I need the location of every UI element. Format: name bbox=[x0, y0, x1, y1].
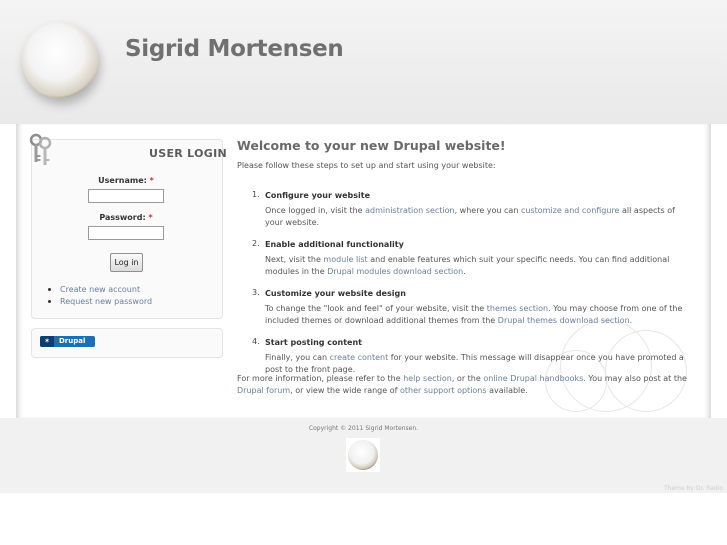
username-input[interactable] bbox=[88, 189, 164, 203]
step-item: 1. Configure your website Once logged in… bbox=[252, 190, 692, 228]
footer-logo bbox=[348, 440, 378, 470]
request-password-link[interactable]: Request new password bbox=[48, 296, 152, 308]
step-description: To change the "look and feel" of your we… bbox=[265, 304, 683, 325]
step-title: Enable additional functionality bbox=[265, 240, 404, 249]
theme-credit[interactable]: Theme by Dr. Radio bbox=[664, 485, 723, 492]
drupal-drop-icon: ✶ bbox=[40, 336, 54, 347]
site-logo[interactable] bbox=[22, 22, 98, 98]
help-section-link[interactable]: help section bbox=[403, 374, 452, 383]
required-mark: * bbox=[148, 213, 153, 222]
step-description: Finally, you can create content for your… bbox=[265, 353, 684, 374]
create-account-link[interactable]: Create new account bbox=[48, 284, 152, 296]
password-label: Password: * bbox=[99, 213, 153, 222]
page-title: Welcome to your new Drupal website! bbox=[237, 138, 506, 153]
themes-section-link[interactable]: themes section bbox=[487, 304, 548, 313]
support-options-link[interactable]: other support options bbox=[400, 386, 487, 395]
intro-text: Please follow these steps to set up and … bbox=[237, 161, 496, 170]
site-name[interactable]: Sigrid Mortensen bbox=[125, 36, 344, 62]
step-number: 2. bbox=[252, 239, 260, 248]
step-item: 3. Customize your website design To chan… bbox=[252, 288, 692, 326]
more-info-text: For more information, please refer to th… bbox=[237, 374, 687, 395]
create-content-link[interactable]: create content bbox=[330, 353, 389, 362]
customize-configure-link[interactable]: customize and configure bbox=[521, 206, 620, 215]
log-in-button[interactable]: Log in bbox=[110, 253, 143, 272]
username-label: Username: * bbox=[98, 176, 154, 185]
copyright-text: Copyright © 2011 Sigrid Mortensen. bbox=[308, 425, 419, 432]
step-number: 1. bbox=[252, 190, 260, 199]
module-list-link[interactable]: module list bbox=[323, 255, 367, 264]
keys-icon bbox=[29, 133, 52, 165]
header bbox=[0, 0, 727, 124]
step-title: Start posting content bbox=[265, 338, 362, 347]
step-item: 2. Enable additional functionality Next,… bbox=[252, 239, 692, 277]
online-handbooks-link[interactable]: online Drupal handbooks bbox=[483, 374, 583, 383]
user-login-title: USER LOGIN bbox=[149, 147, 227, 160]
modules-download-link[interactable]: Drupal modules download section bbox=[327, 267, 463, 276]
step-title: Customize your website design bbox=[265, 289, 406, 298]
drupal-forum-link[interactable]: Drupal forum bbox=[237, 386, 290, 395]
step-description: Once logged in, visit the administration… bbox=[265, 206, 675, 227]
step-number: 4. bbox=[252, 337, 260, 346]
step-item: 4. Start posting content Finally, you ca… bbox=[252, 337, 692, 375]
step-number: 3. bbox=[252, 288, 260, 297]
user-links-list: Create new account Request new password bbox=[48, 284, 152, 308]
drupal-badge-label: Drupal bbox=[59, 337, 86, 345]
step-title: Configure your website bbox=[265, 191, 371, 200]
required-mark: * bbox=[149, 176, 154, 185]
steps-list: 1. Configure your website Once logged in… bbox=[252, 190, 692, 386]
password-input[interactable] bbox=[88, 226, 164, 240]
powered-by-drupal-badge[interactable]: ✶ Drupal bbox=[40, 336, 95, 347]
themes-download-link[interactable]: Drupal themes download section bbox=[498, 316, 630, 325]
step-description: Next, visit the module list and enable f… bbox=[265, 255, 670, 276]
administration-section-link[interactable]: administration section bbox=[365, 206, 454, 215]
